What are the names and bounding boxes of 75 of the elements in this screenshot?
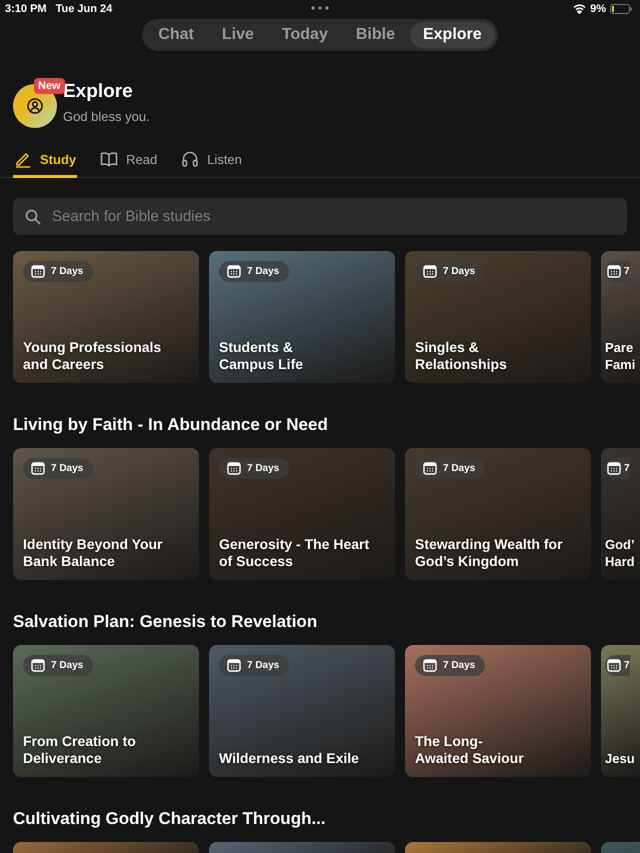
calendar-icon	[31, 462, 45, 475]
calendar-icon	[607, 462, 621, 475]
status-date: Tue Jun 24	[56, 3, 112, 15]
card-title: God’ Hard	[605, 536, 636, 570]
duration-label: 7	[624, 660, 630, 671]
status-time: 3:10 PM	[5, 3, 47, 15]
content-tab[interactable]: Listen	[180, 145, 243, 178]
nav-tab[interactable]: Today	[268, 22, 341, 48]
book-icon	[100, 150, 118, 168]
duration-label: 7 Days	[51, 660, 84, 671]
duration-label: 7 Days	[443, 660, 476, 671]
duration-label: 7	[624, 266, 630, 277]
card-title: Generosity - The Heart of Success	[219, 536, 370, 570]
duration-label: 7	[624, 463, 630, 474]
card-title: Jesu	[605, 750, 636, 767]
calendar-icon	[227, 462, 241, 475]
duration-label: 7 Days	[51, 463, 84, 474]
card-title: Students & Campus Life	[219, 339, 304, 373]
duration-label: 7 Days	[247, 463, 280, 474]
calendar-icon	[607, 659, 621, 672]
section-title: Living by Faith - In Abundance or Need	[12, 415, 329, 435]
duration-label: 7 Days	[51, 266, 84, 277]
more-dots-icon	[311, 6, 329, 10]
calendar-icon	[607, 265, 621, 278]
duration-label: 7 Days	[247, 266, 280, 277]
study-card[interactable]: 7 Jesu	[601, 645, 640, 777]
card-title: From Creation to Deliverance	[23, 733, 137, 767]
pencil-icon	[14, 150, 32, 168]
study-card[interactable]: 7 Days Wilderness and Exile	[209, 645, 395, 777]
card-title: Pare Fami	[605, 339, 636, 373]
content-tab[interactable]: Study	[13, 145, 78, 178]
content-tab[interactable]: Read	[99, 145, 158, 178]
headphones-icon	[181, 150, 200, 168]
card-title: Wilderness and Exile	[219, 750, 360, 767]
search-field[interactable]: Search for Bible studies	[50, 207, 615, 226]
study-card[interactable]: 7 Days From Creation to Deliverance	[13, 645, 199, 777]
battery-percent: 9%	[590, 3, 606, 15]
card-title: Young Professionals and Careers	[23, 339, 162, 373]
calendar-icon	[423, 659, 437, 672]
battery-icon	[610, 4, 632, 14]
card-title: The Long- Awaited Saviour	[415, 733, 525, 767]
study-card[interactable]: 7 Days The Long- Awaited Saviour	[405, 645, 591, 777]
duration-label: 7 Days	[443, 463, 476, 474]
new-badge: New	[34, 78, 65, 94]
study-card[interactable]: 7 Pare Fami	[601, 251, 640, 383]
card-title: Identity Beyond Your Bank Balance	[23, 536, 164, 570]
calendar-icon	[423, 462, 437, 475]
card-title: Singles & Relationships	[415, 339, 508, 373]
user-icon	[27, 98, 43, 114]
calendar-icon	[227, 659, 241, 672]
nav-tab[interactable]: Explore	[410, 22, 495, 48]
duration-label: 7 Days	[247, 660, 280, 671]
nav-tab[interactable]: Live	[208, 22, 267, 48]
study-card[interactable]: 7 Days Young Professionals and Careers	[13, 251, 199, 383]
calendar-icon	[31, 659, 45, 672]
section-title: Cultivating Godly Character Through...	[12, 809, 327, 829]
card-title: Stewarding Wealth for God’s Kingdom	[415, 536, 564, 570]
search-icon	[25, 208, 41, 224]
study-card[interactable]: 7 Days Generosity - The Heart of Success	[209, 448, 395, 580]
page-title: Explore	[63, 81, 134, 103]
study-card[interactable]: 7 Days Students & Campus Life	[209, 251, 395, 383]
duration-label: 7 Days	[443, 266, 476, 277]
greeting-text: God bless you.	[63, 109, 150, 124]
nav-tab[interactable]: Bible	[342, 22, 408, 48]
study-card[interactable]: 7 Days Singles & Relationships	[405, 251, 591, 383]
study-card[interactable]: 7 Days Identity Beyond Your Bank Balance	[13, 448, 199, 580]
calendar-icon	[423, 265, 437, 278]
search-bar[interactable]: Search for Bible studies	[13, 198, 627, 235]
calendar-icon	[31, 265, 45, 278]
section-title: Salvation Plan: Genesis to Revelation	[12, 612, 318, 632]
calendar-icon	[227, 265, 241, 278]
study-card[interactable]: 7 God’ Hard	[601, 448, 640, 580]
study-card[interactable]: 7 Days Stewarding Wealth for God’s Kingdom	[405, 448, 591, 580]
wifi-icon	[573, 4, 586, 14]
nav-tab[interactable]: Chat	[145, 22, 207, 48]
